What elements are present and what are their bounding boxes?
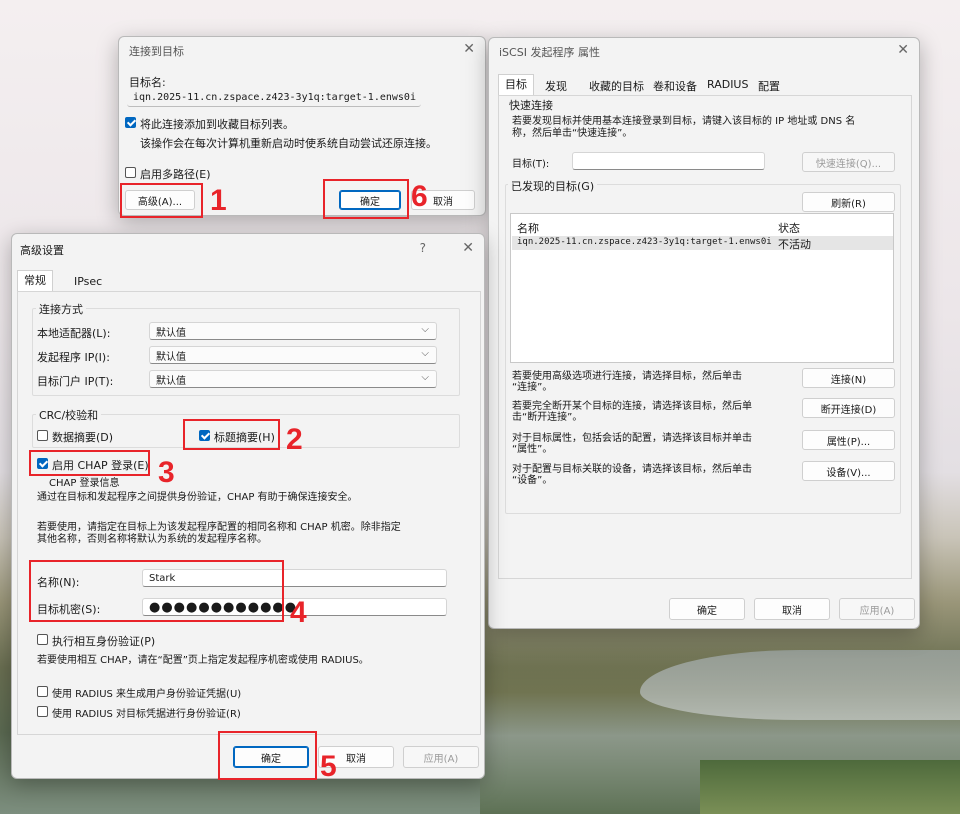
title-bar: iSCSI 发起程序 属性 ✕ (489, 38, 919, 64)
chevron-down-icon: ⌵ (421, 324, 429, 335)
annotation-box-header-digest (183, 419, 280, 450)
annotation-number-6: 6 (411, 180, 428, 213)
target-name-label: 目标名: (129, 76, 166, 89)
background-grass (700, 760, 960, 814)
annotation-number-2: 2 (286, 423, 303, 456)
annotation-box-chap-credentials (29, 560, 284, 622)
close-icon[interactable]: ✕ (462, 240, 474, 256)
disconnect-button[interactable]: 断开连接(D) (802, 398, 895, 418)
tab-radius[interactable]: RADIUS (707, 78, 748, 91)
advanced-settings-dialog: 高级设置 ? ✕ 常规 IPsec 连接方式 本地适配器(L): 默认值 ⌵ 发… (11, 233, 485, 779)
connect-by-group-title: 连接方式 (36, 301, 86, 317)
add-favorites-desc: 该操作会在每次计算机重新启动时使系统自动尝试还原连接。 (140, 137, 437, 150)
annotation-number-3: 3 (158, 456, 175, 489)
mutual-auth-checkbox[interactable] (37, 634, 48, 645)
chap-desc: 其他名称，否则名称将默认为系统的发起程序名称。 (37, 534, 267, 545)
annotation-box-advanced (120, 183, 203, 218)
annotation-number-4: 4 (290, 596, 307, 629)
apply-button[interactable]: 应用(A) (403, 746, 479, 768)
multipath-label: 启用多路径(E) (140, 168, 211, 181)
tab-targets[interactable]: 目标 (498, 74, 534, 96)
tab-ipsec[interactable]: IPsec (74, 275, 102, 288)
title-bar: 连接到目标 ✕ (119, 37, 485, 63)
target-label: 目标(T): (512, 159, 550, 170)
data-digest-checkbox[interactable] (37, 430, 48, 441)
close-icon[interactable]: ✕ (463, 41, 475, 57)
tab-configuration[interactable]: 配置 (758, 78, 780, 94)
multipath-checkbox[interactable] (125, 167, 136, 178)
initiator-ip-label: 发起程序 IP(I): (37, 351, 110, 364)
discovered-targets-list[interactable]: 名称 状态 iqn.2025-11.cn.zspace.z423-3y1q:ta… (510, 213, 894, 363)
add-favorites-label: 将此连接添加到收藏目标列表。 (140, 118, 294, 131)
devices-desc: “设备”。 (512, 475, 553, 486)
local-adapter-label: 本地适配器(L): (37, 327, 111, 340)
row-target-name: iqn.2025-11.cn.zspace.z423-3y1q:target-1… (517, 237, 772, 247)
help-icon[interactable]: ? (420, 241, 426, 255)
quick-connect-button[interactable]: 快速连接(Q)... (802, 152, 895, 172)
table-row[interactable]: iqn.2025-11.cn.zspace.z423-3y1q:target-1… (512, 236, 893, 251)
chap-desc: 通过在目标和发起程序之间提供身份验证，CHAP 有助于确保连接安全。 (37, 492, 358, 503)
annotation-box-advanced-ok (218, 731, 317, 780)
target-input[interactable] (572, 152, 765, 170)
ok-button[interactable]: 确定 (669, 598, 745, 620)
mutual-auth-desc: 若要使用相互 CHAP，请在“配置”页上指定发起程序机密或使用 RADIUS。 (37, 655, 369, 666)
annotation-box-connect-ok (323, 179, 409, 219)
initiator-ip-select[interactable]: 默认值 ⌵ (149, 346, 437, 364)
disconnect-desc: 击“断开连接”。 (512, 412, 583, 423)
annotation-number-1: 1 (210, 184, 227, 217)
mutual-auth-label: 执行相互身份验证(P) (52, 635, 156, 648)
cancel-button[interactable]: 取消 (754, 598, 830, 620)
chap-info-group-title: CHAP 登录信息 (49, 478, 120, 489)
chevron-down-icon: ⌵ (421, 348, 429, 359)
close-icon[interactable]: ✕ (897, 42, 909, 58)
chevron-down-icon: ⌵ (421, 372, 429, 383)
radius-user-checkbox[interactable] (37, 686, 48, 697)
dialog-title: 高级设置 (20, 244, 64, 257)
tab-favorite-targets[interactable]: 收藏的目标 (589, 78, 644, 94)
devices-button[interactable]: 设备(V)... (802, 461, 895, 481)
discovered-targets-group-title: 已发现的目标(G) (508, 178, 598, 194)
radius-target-checkbox[interactable] (37, 706, 48, 717)
target-portal-select[interactable]: 默认值 ⌵ (149, 370, 437, 388)
refresh-button[interactable]: 刷新(R) (802, 192, 895, 212)
dialog-title: 连接到目标 (129, 45, 184, 58)
iscsi-initiator-properties-dialog: iSCSI 发起程序 属性 ✕ 目标 发现 收藏的目标 卷和设备 RADIUS … (488, 37, 920, 629)
connect-button[interactable]: 连接(N) (802, 368, 895, 388)
row-target-status: 不活动 (778, 238, 811, 251)
radius-user-label: 使用 RADIUS 来生成用户身份验证凭据(U) (52, 689, 242, 700)
radius-target-label: 使用 RADIUS 对目标凭据进行身份验证(R) (52, 709, 241, 720)
local-adapter-select[interactable]: 默认值 ⌵ (149, 322, 437, 340)
target-name-field[interactable]: iqn.2025-11.cn.zspace.z423-3y1q:target-1… (127, 89, 421, 107)
title-bar: 高级设置 ? ✕ (12, 234, 484, 260)
tab-volumes-devices[interactable]: 卷和设备 (653, 78, 697, 94)
crc-checksum-group-title: CRC/校验和 (36, 407, 102, 423)
target-portal-label: 目标门户 IP(T): (37, 375, 114, 388)
properties-desc: “属性”。 (512, 444, 553, 455)
tab-general[interactable]: 常规 (17, 270, 53, 292)
annotation-box-enable-chap (29, 450, 150, 476)
tab-discovery[interactable]: 发现 (545, 78, 567, 94)
initiator-ip-value: 默认值 (156, 351, 186, 363)
annotation-number-5: 5 (320, 750, 337, 783)
data-digest-label: 数据摘要(D) (52, 431, 114, 444)
properties-button[interactable]: 属性(P)... (802, 430, 895, 450)
quick-connect-desc: 称，然后单击“快速连接”。 (512, 128, 633, 139)
connect-desc: “连接”。 (512, 382, 553, 393)
column-header-status[interactable]: 状态 (778, 220, 800, 236)
local-adapter-value: 默认值 (156, 327, 186, 339)
add-favorites-checkbox[interactable] (125, 117, 136, 128)
apply-button[interactable]: 应用(A) (839, 598, 915, 620)
quick-connect-group-title: 快速连接 (509, 99, 553, 112)
column-header-name[interactable]: 名称 (517, 220, 539, 236)
target-portal-value: 默认值 (156, 375, 186, 387)
dialog-title: iSCSI 发起程序 属性 (499, 46, 600, 59)
